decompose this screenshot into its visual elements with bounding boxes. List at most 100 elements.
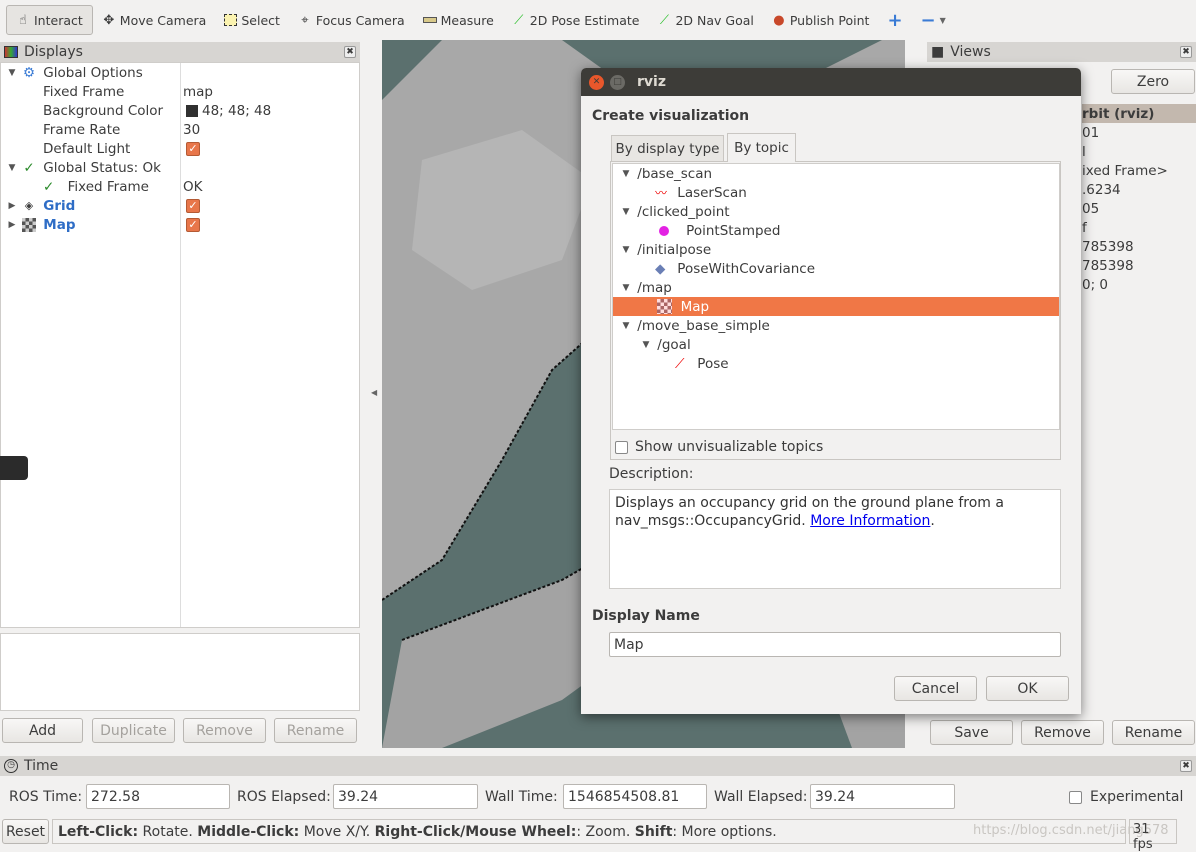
show-unvisualizable-checkbox[interactable]: Show unvisualizable topics <box>615 439 823 455</box>
more-information-link[interactable]: More Information <box>810 513 930 529</box>
remove-view-button[interactable]: Remove <box>1021 720 1104 745</box>
wall-elapsed-field[interactable]: 39.24 <box>810 784 955 809</box>
tool-focus-camera[interactable]: ⌖ Focus Camera <box>289 5 414 35</box>
subtopic-row[interactable]: ▼ /goal <box>613 335 1059 354</box>
view-prop-value[interactable]: 785398 <box>1082 237 1196 256</box>
ros-elapsed-field[interactable]: 39.24 <box>333 784 478 809</box>
tool-publish-point[interactable]: ● Publish Point <box>763 5 879 35</box>
expand-arrow-icon[interactable]: ▼ <box>5 163 19 173</box>
map-pin-icon: ● <box>773 12 785 28</box>
close-icon[interactable]: ✖ <box>1180 760 1192 772</box>
hand-pointer-icon: ☝ <box>19 12 27 28</box>
tool-move-camera[interactable]: ✥ Move Camera <box>93 5 216 35</box>
tool-2d-pose-estimate[interactable]: ⟋ 2D Pose Estimate <box>503 5 649 35</box>
global-status-row[interactable]: ▼ ✓ Global Status: Ok <box>1 158 359 177</box>
tool-interact[interactable]: ☝ Interact <box>6 5 93 35</box>
topic-row[interactable]: ▼ /initialpose <box>613 240 1059 259</box>
remove-display-button[interactable]: Remove <box>183 718 266 743</box>
frame-rate-row[interactable]: Frame Rate 30 <box>1 120 359 139</box>
global-options-row[interactable]: ▼ ⚙ Global Options <box>1 63 359 82</box>
expand-arrow-icon: ▼ <box>622 206 630 217</box>
tab-by-display-type[interactable]: By display type <box>611 135 724 161</box>
reset-button[interactable]: Reset <box>2 819 49 844</box>
background-color-row[interactable]: Background Color 48; 48; 48 <box>1 101 359 120</box>
checkbox-box <box>615 440 628 454</box>
zero-button[interactable]: Zero <box>1111 69 1195 94</box>
view-prop-value[interactable]: ixed Frame> <box>1082 161 1196 180</box>
topic-row[interactable]: ▼ /base_scan <box>613 164 1059 183</box>
view-prop-value[interactable]: .6234 <box>1082 180 1196 199</box>
views-header: ■ Views ✖ <box>927 42 1196 62</box>
display-type-row[interactable]: ◆ PoseWithCovariance <box>613 259 1059 278</box>
display-name-input[interactable]: Map <box>609 632 1061 657</box>
select-box-icon <box>224 14 238 26</box>
view-prop-value[interactable]: l <box>1082 142 1196 161</box>
ok-button[interactable]: OK <box>986 676 1069 701</box>
duplicate-button[interactable]: Duplicate <box>92 718 175 743</box>
tool-measure[interactable]: Measure <box>414 5 503 35</box>
pose-arrow-icon: ⟋ <box>675 355 685 372</box>
display-help-box <box>0 633 360 711</box>
close-icon[interactable]: ✖ <box>344 46 356 58</box>
wall-elapsed-label: Wall Elapsed: <box>714 789 808 805</box>
clock-icon: ◷ <box>4 759 18 773</box>
displays-tree: ▼ ⚙ Global Options Fixed Frame map Backgro… <box>0 62 360 628</box>
ruler-icon <box>422 17 437 23</box>
expand-arrow-icon: ▼ <box>622 168 630 179</box>
focus-crosshair-icon: ⌖ <box>301 12 309 28</box>
camera-icon: ■ <box>931 44 945 60</box>
display-type-row[interactable]: PointStamped <box>613 221 1059 240</box>
display-type-row-selected[interactable]: Map <box>613 297 1059 316</box>
topic-row[interactable]: ▼ /clicked_point <box>613 202 1059 221</box>
remove-tool-button[interactable]: − ▼ <box>912 5 955 35</box>
topic-row[interactable]: ▼ /move_base_simple <box>613 316 1059 335</box>
fixed-frame-row[interactable]: Fixed Frame map <box>1 82 359 101</box>
grid-checkbox[interactable]: ✓ <box>186 198 200 213</box>
ros-elapsed-label: ROS Elapsed: <box>237 789 331 805</box>
grid-row[interactable]: ▶ ◈ Grid ✓ <box>1 196 359 215</box>
rename-display-button[interactable]: Rename <box>274 718 357 743</box>
map-row[interactable]: ▶ Map ✓ <box>1 215 359 234</box>
description-box: Displays an occupancy grid on the ground… <box>609 489 1061 589</box>
view-prop-value[interactable]: 785398 <box>1082 256 1196 275</box>
save-view-button[interactable]: Save <box>930 720 1013 745</box>
ros-time-label: ROS Time: <box>9 789 83 805</box>
maximize-window-button[interactable]: □ <box>610 74 625 90</box>
tool-select[interactable]: Select <box>215 5 289 35</box>
expand-arrow-icon: ▼ <box>622 320 630 331</box>
chevron-down-icon: ▼ <box>939 15 946 25</box>
close-icon[interactable]: ✖ <box>1180 46 1192 58</box>
collapse-arrow-icon[interactable]: ▶ <box>5 201 19 211</box>
topic-row[interactable]: ▼ /map <box>613 278 1059 297</box>
tool-2d-nav-goal[interactable]: ⟋ 2D Nav Goal <box>648 5 762 35</box>
cancel-button[interactable]: Cancel <box>894 676 977 701</box>
expand-arrow-icon: ▼ <box>622 282 630 293</box>
view-type-header: rbit (rviz) <box>1082 104 1196 123</box>
display-type-row[interactable]: ⟋ Pose <box>613 354 1059 373</box>
view-prop-value[interactable]: 05 <box>1082 199 1196 218</box>
view-prop-value[interactable]: 01 <box>1082 123 1196 142</box>
map-checkbox[interactable]: ✓ <box>186 217 200 232</box>
expand-arrow-icon[interactable]: ▼ <box>5 68 19 78</box>
close-window-button[interactable]: ✕ <box>589 74 604 90</box>
view-prop-value[interactable]: 0; 0 <box>1082 275 1196 294</box>
experimental-checkbox[interactable]: Experimental <box>1069 789 1183 805</box>
collapse-arrow-icon[interactable]: ▶ <box>5 220 19 230</box>
expand-arrow-icon: ▼ <box>622 244 630 255</box>
grid-icon: ◈ <box>24 199 34 212</box>
default-light-row[interactable]: Default Light ✓ <box>1 139 359 158</box>
view-prop-value[interactable]: f <box>1082 218 1196 237</box>
default-light-checkbox[interactable]: ✓ <box>186 141 200 156</box>
fps-counter: 31 fps <box>1129 819 1177 852</box>
display-type-row[interactable]: 〰 LaserScan <box>613 183 1059 202</box>
tab-by-topic[interactable]: By topic <box>727 133 796 162</box>
status-fixed-frame-row[interactable]: ✓ Fixed Frame OK <box>1 177 359 196</box>
color-swatch[interactable] <box>186 104 198 117</box>
magenta-dot-icon <box>659 225 669 236</box>
rename-view-button[interactable]: Rename <box>1112 720 1195 745</box>
ros-time-field[interactable]: 272.58 <box>86 784 230 809</box>
wall-time-field[interactable]: 1546854508.81 <box>563 784 707 809</box>
add-tool-button[interactable]: + <box>878 5 911 35</box>
add-display-button[interactable]: Add <box>2 718 83 743</box>
splitter-arrow-icon[interactable]: ◀ <box>371 388 377 397</box>
